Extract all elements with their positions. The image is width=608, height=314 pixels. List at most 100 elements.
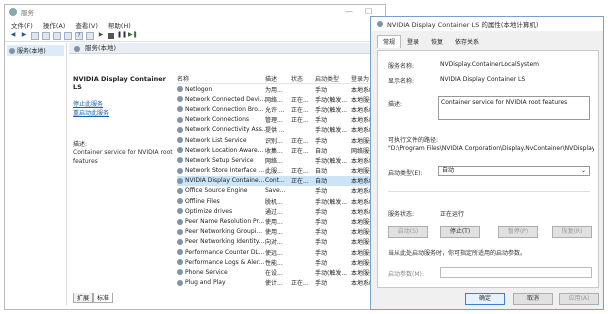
tab-recovery[interactable]: 恢复 [425,35,449,48]
service-description-cell: 提供 ... [265,127,285,135]
service-status-cell: 正在... [291,137,309,145]
service-name-text: Peer Networking Identity... [185,238,265,246]
service-startup-cell: 手动(触发... [315,106,348,114]
table-row[interactable]: Offline Files 脱机... 手动(触发... 本地系统 [177,196,385,206]
table-row[interactable]: Network Setup Service 网络... 手动(触发... 本地系统 [177,155,385,165]
tab-log-on[interactable]: 登录 [401,35,425,48]
column-name[interactable]: 名称 [177,74,265,83]
apply-button[interactable]: 应用(A) [559,293,599,305]
restart-service-link[interactable]: 重启动此服务 [73,108,173,117]
table-row[interactable]: Plug and Play 使计... 正在... 手动 本地系统 [177,278,385,288]
services-window: 服务 — ☐ 文件(F) 操作(A) 查看(V) 帮助(H) ◀ ▶ ? ▶ ❚… [4,4,386,310]
column-startup-type[interactable]: 启动类型 [315,74,351,83]
tab-extended[interactable]: 扩展 [73,293,94,303]
gear-icon [377,21,383,27]
service-description-cell: Save... [265,187,286,195]
stop-service-icon[interactable] [108,32,114,39]
back-icon[interactable]: ◀ [9,31,17,40]
table-row[interactable]: Network Store Interface ... 此服... 正在... 自动本… [177,166,385,176]
restart-service-icon[interactable]: ▶❚ [128,31,138,40]
table-row[interactable]: Optimize drives 通过... 手动 本地系统 [177,206,385,216]
cancel-button[interactable]: 取消 [513,293,553,305]
table-row[interactable]: Peer Networking Identity... 向对... 手动 本地服务 [177,237,385,247]
table-row[interactable]: Network Connectivity Ass... 提供 ... 手动(触发..… [177,125,385,135]
menu-file[interactable]: 文件(F) [11,20,33,30]
table-row[interactable]: Performance Counter DL... 使远... 手动 本地服务 [177,247,385,257]
service-gear-icon [177,187,183,194]
service-name-cell: Peer Networking Identity... [177,238,265,245]
service-startup-cell: 自动 [315,168,328,176]
stop-button[interactable]: 停止(T) [440,226,480,238]
service-status-cell: 正在... [291,117,309,125]
service-startup-cell: 手动 [315,86,328,94]
properties-dialog: NVIDIA Display Container LS 的属性(本地计算机) 常… [370,16,604,310]
service-name-text: Network Location Aware... [185,146,264,154]
export-icon[interactable] [64,31,72,40]
resume-button[interactable]: 恢复(R) [552,226,592,238]
service-name-cell: Performance Logs & Aler... [177,259,265,266]
console-tree-icon[interactable] [31,31,39,40]
startup-type-select[interactable]: 自动 ⌄ [438,166,590,176]
table-row[interactable]: NVIDIA Display Containe... Cont... 正在... 自动… [177,175,385,186]
description-text: Container service for NVIDIA root featur… [73,149,173,165]
service-description-cell: 使用... [265,229,283,237]
menu-view[interactable]: 查看(V) [75,20,98,30]
column-status[interactable]: 状态 [291,74,315,83]
service-name-text: Performance Counter DL... [185,248,265,256]
table-row[interactable]: Network Connections 管理... 正在... 手动 本地系统 [177,115,385,125]
service-name-text: Peer Networking Groupi... [185,228,263,236]
dialog-tabs: 常规 登录 恢复 依存关系 [371,35,603,48]
service-description-cell: 在设... [265,269,283,277]
ok-button[interactable]: 确定 [465,293,505,305]
table-row[interactable]: Netlogon 为用... 手动 本地系统 [177,84,385,94]
tree-item-services-local[interactable]: 服务(本地) [7,45,64,56]
service-description-cell: 允许 ... [265,106,285,114]
service-name-cell: Network Connections [177,116,265,123]
gear-icon [74,45,80,52]
service-name-label: 服务名称: [388,63,415,70]
menu-action[interactable]: 操作(A) [43,20,66,30]
start-params-input[interactable] [440,267,592,278]
table-row[interactable]: Network Location Aware... 收集... 正在... 自动 网络服… [177,145,385,155]
table-row[interactable]: Performance Logs & Aler... 性能... 手动 本地服务 [177,257,385,267]
tab-standard[interactable]: 标准 [93,293,114,303]
service-gear-icon [177,86,183,93]
column-description[interactable]: 描述 [265,74,291,83]
menu-help[interactable]: 帮助(H) [108,20,131,30]
service-startup-cell: 手动(触发... [315,198,348,206]
service-gear-icon [177,228,183,235]
table-row[interactable]: Office Source Engine Save... 手动 本地系统 [177,186,385,196]
tab-general[interactable]: 常规 [377,35,402,48]
pause-button[interactable]: 暂停(P) [498,226,538,238]
description-field[interactable]: Container service for NVIDIA root featur… [438,96,590,120]
list-header: 名称 描述 状态 启动类型 登录为 [177,73,385,84]
pause-service-icon[interactable]: ❚❚ [117,31,127,40]
description-label: 描述: [388,101,403,108]
table-row[interactable]: Peer Name Resolution Pr... 使用... 手动 本地服务 [177,216,385,226]
service-name-text: Network Connection Bro... [185,105,264,113]
stop-service-link[interactable]: 停止此服务 [73,99,173,108]
forward-icon[interactable]: ▶ [20,31,28,40]
list-view-icon[interactable] [42,31,50,40]
table-row[interactable]: Network Connected Devi... 网络... 正在... 手动(触发… [177,94,385,104]
table-row[interactable]: Network Connection Bro... 允许 ... 正在... 手动(触… [177,104,385,114]
service-name-cell: Network Connected Devi... [177,96,265,103]
display-name-value: NVIDIA Display Container LS [440,76,526,83]
service-name-cell: Network Location Aware... [177,147,265,154]
service-name-text: Netlogon [185,85,213,93]
start-button[interactable]: 启动(S) [388,226,428,238]
start-service-icon[interactable]: ▶ [97,31,105,40]
minimize-icon[interactable]: — [345,7,353,16]
display-name-label: 显示名称: [388,78,415,85]
tab-dependencies[interactable]: 依存关系 [449,35,485,48]
refresh-icon[interactable] [53,31,61,40]
properties-icon[interactable] [86,31,94,40]
service-name-text: Network List Service [185,136,247,144]
table-row[interactable]: Phone Service 在设... 手动(触发... 本地服务 [177,267,385,277]
maximize-icon[interactable]: ☐ [365,7,372,16]
help-icon[interactable]: ? [75,31,83,40]
tree-item-label: 服务(本地) [17,48,46,55]
table-row[interactable]: Network List Service 识别... 正在... 手动 本地服务 [177,135,385,145]
table-row[interactable]: Peer Networking Groupi... 使用... 手动 本地服务 [177,227,385,237]
gear-icon [9,47,15,54]
